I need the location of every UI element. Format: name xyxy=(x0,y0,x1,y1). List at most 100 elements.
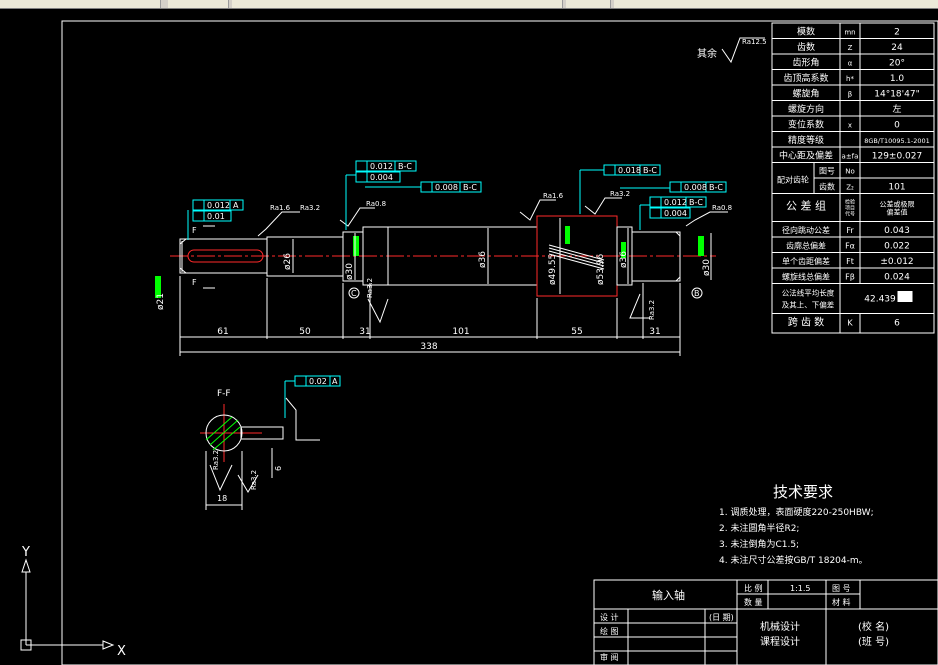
section-depth: 6 xyxy=(274,466,283,471)
tol-name: 齿廓总偏差 xyxy=(786,241,826,251)
param-name: 模数 xyxy=(797,26,815,38)
param-value: 20° xyxy=(889,59,905,69)
dim-text: 338 xyxy=(420,342,437,352)
svg-text:0.008: 0.008 xyxy=(435,183,458,192)
tech-item: 4. 未注尺寸公差按GB/T 18204-m。 xyxy=(719,554,868,566)
svg-text:Ra3.2: Ra3.2 xyxy=(300,204,320,212)
svg-text:0.008: 0.008 xyxy=(684,183,707,192)
param-name: 齿顶高系数 xyxy=(783,72,828,84)
toolbar-segment[interactable] xyxy=(168,0,229,8)
dim-text: 31 xyxy=(649,327,660,337)
dia-label: ø30 xyxy=(345,263,355,280)
param-value: 2 xyxy=(894,28,900,38)
drawing-canvas[interactable]: 模数 mn 2 齿数 Z 24 齿形角 α 20° 齿顶高系数 h* 1.0 螺旋角 β 14°18'47"… xyxy=(0,9,938,665)
dim-text: 31 xyxy=(359,327,370,337)
svg-text:Ra0.8: Ra0.8 xyxy=(366,200,386,208)
ratio-label: 比 例 xyxy=(744,583,763,593)
toolbar-segment[interactable] xyxy=(614,0,938,8)
dim-text: 55 xyxy=(571,327,582,337)
school-label: (校 名) xyxy=(858,620,889,633)
material-label: 材 料 xyxy=(832,597,851,607)
dim-text: 61 xyxy=(217,327,228,337)
tol-symbol: Fr xyxy=(846,226,854,235)
course-line1: 机械设计 xyxy=(760,620,800,633)
svg-text:0.018: 0.018 xyxy=(618,166,641,175)
param-value: 129±0.027 xyxy=(872,152,922,162)
svg-text:Ra1.6: Ra1.6 xyxy=(270,204,291,212)
toolbar-segment[interactable] xyxy=(0,0,161,8)
section-mark: F xyxy=(192,278,197,287)
tech-item: 3. 未注倒角为C1.5; xyxy=(719,538,799,550)
tolerance-deviation-marks xyxy=(897,291,913,302)
datum-label: C xyxy=(351,289,357,298)
tol-value: 0.024 xyxy=(884,273,910,283)
tol-group-col: 公差或极限 xyxy=(880,200,915,209)
param-value: 14°18'47" xyxy=(874,90,919,100)
shaft-main-view xyxy=(170,215,716,297)
svg-text:B-C: B-C xyxy=(463,183,477,192)
param-symbol: a±fa xyxy=(842,153,859,161)
gdt-frames: 0.012 A 0.01 0.012 B-C 0.004 0.008 B-C 0.01… xyxy=(187,160,727,418)
section-label: F-F xyxy=(217,389,231,399)
qty-label: 数 量 xyxy=(744,597,763,607)
svg-text:0.02: 0.02 xyxy=(309,377,327,386)
svg-text:0.012: 0.012 xyxy=(207,201,230,210)
param-value: 0 xyxy=(894,121,900,131)
date-label: (日 期) xyxy=(709,613,734,622)
tol-group-col: 偏差值 xyxy=(887,208,908,217)
svg-text:A: A xyxy=(332,377,338,386)
dia-label: ø26 xyxy=(283,253,293,270)
length-dim-texts: 61 50 31 101 55 31 338 xyxy=(217,327,660,352)
draw-label: 绘 图 xyxy=(600,626,619,636)
tol-group-label: 公 差 组 xyxy=(786,199,826,213)
ucs-icon: Y X xyxy=(20,545,126,659)
param-name: 变位系数 xyxy=(788,119,824,131)
datum-label: B xyxy=(694,289,700,298)
toolbar-segment[interactable] xyxy=(566,0,611,8)
param-value: 24 xyxy=(891,43,903,53)
param-symbol: Z xyxy=(848,44,853,52)
svg-text:Ra3.2: Ra3.2 xyxy=(648,300,656,320)
technical-requirements: 技术要求 1. 调质处理，表面硬度220-250HBW; 2. 未注圆角半径R2… xyxy=(719,483,874,566)
tol-name: 单个齿距偏差 xyxy=(782,256,830,266)
svg-text:0.01: 0.01 xyxy=(207,212,225,221)
svg-text:0.012: 0.012 xyxy=(664,198,687,207)
rest-roughness: 其余 Ra12.5 xyxy=(697,37,767,64)
mate-label: 配对齿轮 xyxy=(777,175,809,185)
dia-label: ø21 xyxy=(156,293,166,310)
mate-row-value: 101 xyxy=(888,183,905,193)
param-symbol: mn xyxy=(844,29,855,37)
tol-symbol: Fβ xyxy=(845,273,855,282)
param-name: 齿形角 xyxy=(792,57,819,69)
toolbar-strip xyxy=(0,0,938,9)
svg-text:0.012: 0.012 xyxy=(370,162,393,171)
svg-text:Ra0.8: Ra0.8 xyxy=(712,204,732,212)
gear-parameter-table: 模数 mn 2 齿数 Z 24 齿形角 α 20° 齿顶高系数 h* 1.0 螺旋角 β 14°18'47"… xyxy=(771,22,935,334)
svg-text:Ra3.2: Ra3.2 xyxy=(610,190,630,198)
param-value: 1.0 xyxy=(890,74,905,84)
param-symbol: β xyxy=(848,91,852,99)
design-label: 设 计 xyxy=(600,612,619,622)
svg-text:Ra3.2: Ra3.2 xyxy=(250,470,258,490)
param-name: 螺旋方向 xyxy=(788,103,824,115)
section-mark: F xyxy=(192,226,197,235)
part-name: 输入轴 xyxy=(652,588,685,602)
svg-text:A: A xyxy=(233,201,239,210)
tol-name: 螺旋线总偏差 xyxy=(782,272,830,282)
svg-text:B-C: B-C xyxy=(689,198,703,207)
tol-group-col: 代号 xyxy=(845,211,855,218)
tol-symbol: Fα xyxy=(845,242,855,251)
class-label: (班 号) xyxy=(858,636,889,648)
tech-item: 1. 调质处理，表面硬度220-250HBW; xyxy=(719,506,874,518)
dim-text: 50 xyxy=(299,327,311,337)
section-width: 18 xyxy=(217,494,227,503)
param-symbol: x xyxy=(848,122,852,130)
normal-label: 及其上、下偏差 xyxy=(782,300,835,310)
svg-text:Ra3.2: Ra3.2 xyxy=(366,278,374,298)
diameter-labels: ø26 ø30 ø36 ø49.55 ø53.96 ø36 ø30 ø21 xyxy=(156,251,712,310)
review-label: 审 阅 xyxy=(600,652,619,662)
toolbar-segment[interactable] xyxy=(232,0,563,8)
dia-label: ø49.55 xyxy=(548,254,558,285)
axis-y: Y xyxy=(21,545,30,560)
tol-group-col: 检验 xyxy=(845,199,855,206)
